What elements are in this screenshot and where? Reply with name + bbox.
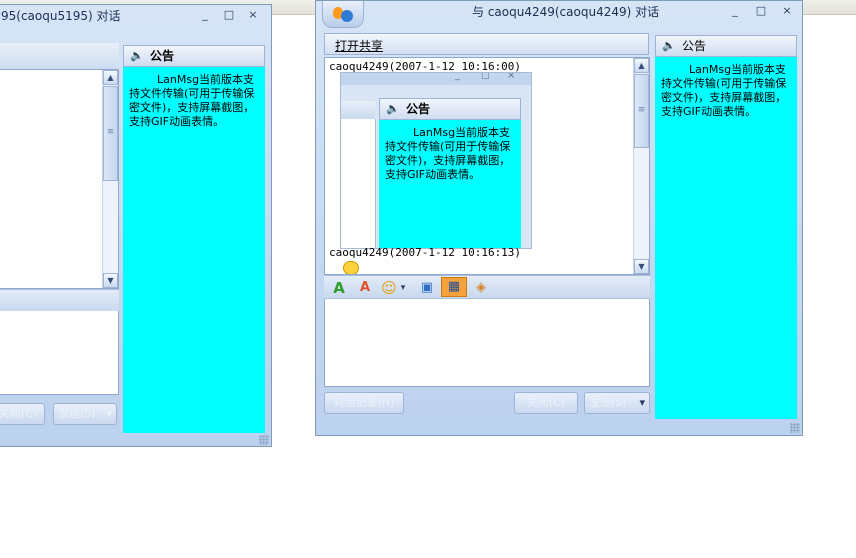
left-chat-window: 95(caoqu5195) 对话 _ □ × ▲ ≡ ▼ 关闭(C) 发送(S)… [0, 4, 272, 447]
left-notice-header: 🔈 公告 [123, 45, 265, 67]
embedded-minimize-icon: _ [455, 72, 460, 81]
scroll-grip-icon: ≡ [106, 127, 115, 137]
emoji-icon[interactable]: ☺ [380, 279, 398, 297]
left-history-scrollbar[interactable]: ▲ ≡ ▼ [102, 70, 118, 288]
send-dropdown-icon[interactable]: ▾ [106, 404, 112, 424]
left-format-toolbar [0, 289, 119, 312]
notice-text: LanMsg当前版本支持文件传输(可用于传输保密文件)，支持屏幕截图，支持GIF… [385, 126, 511, 181]
embedded-close-icon: × [507, 72, 516, 81]
embedded-notice-header: 🔈 公告 [379, 98, 521, 120]
close-window-button[interactable]: × [246, 8, 260, 22]
notice-header: 🔈 公告 [655, 35, 797, 57]
font-icon[interactable]: A [330, 279, 348, 297]
animated-emoticon-icon [343, 261, 359, 274]
scroll-thumb[interactable]: ≡ [103, 86, 118, 181]
speaker-icon: 🔈 [386, 102, 400, 115]
history-button[interactable]: 对话记录(H) [324, 392, 404, 414]
font-color-icon[interactable]: A [356, 279, 374, 297]
embedded-notice-body: LanMsg当前版本支持文件传输(可用于传输保密文件)，支持屏幕截图，支持GIF… [379, 120, 521, 248]
screenshot-button[interactable]: ▦ [441, 277, 467, 297]
history-scrollbar[interactable]: ▲ ≡ ▼ [633, 58, 649, 274]
left-send-button[interactable]: 发送(S) ▾ [53, 403, 117, 425]
close-window-button[interactable]: × [780, 4, 794, 18]
notice-body: LanMsg当前版本支持文件传输(可用于传输保密文件)，支持屏幕截图，支持GIF… [655, 57, 797, 419]
speaker-icon: 🔈 [130, 49, 144, 62]
send-button[interactable]: 发送(S) ▾ [584, 392, 650, 414]
open-share-link[interactable]: 打开共享 [335, 37, 383, 54]
scroll-up-button[interactable]: ▲ [634, 58, 649, 73]
message-input[interactable] [324, 299, 650, 387]
screenshot-icon: ▦ [447, 279, 461, 294]
left-notice-body: LanMsg当前版本支持文件传输(可用于传输保密文件)，支持屏幕截图，支持GIF… [123, 67, 265, 433]
left-toolbar-strip [0, 43, 119, 69]
gif-icon[interactable]: ◈ [472, 279, 490, 297]
message-history[interactable]: caoqu4249(2007-1-12 10:16:00) _ □ × 🔈 公告… [324, 57, 650, 275]
scroll-grip-icon: ≡ [637, 105, 646, 115]
left-input-box[interactable] [0, 311, 119, 395]
left-title-bar[interactable]: 95(caoqu5195) 对话 _ □ × [0, 5, 271, 25]
scroll-thumb[interactable]: ≡ [634, 74, 649, 148]
embedded-titlebar: _ □ × [341, 73, 531, 85]
notice-title: 公告 [406, 102, 431, 116]
format-toolbar: A A ☺ ▾ ▣ ▦ ◈ [324, 275, 650, 299]
scroll-up-button[interactable]: ▲ [103, 70, 118, 85]
scroll-down-button[interactable]: ▼ [634, 259, 649, 274]
main-chat-window: 与 caoqu4249(caoqu4249) 对话 _ □ × 打开共享 cao… [315, 0, 803, 436]
share-bar: 打开共享 [324, 33, 649, 55]
embedded-toolbar [341, 101, 375, 119]
notice-text: LanMsg当前版本支持文件传输(可用于传输保密文件)，支持屏幕截图，支持GIF… [661, 63, 787, 118]
send-label: 发送(S) [58, 407, 96, 420]
notice-title: 公告 [150, 49, 175, 63]
send-image-icon[interactable]: ▣ [418, 279, 436, 297]
main-window-title: 与 caoqu4249(caoqu4249) 对话 [472, 5, 660, 19]
message-header: caoqu4249(2007-1-12 10:16:13) [329, 246, 522, 259]
minimize-button[interactable]: _ [198, 8, 212, 22]
close-button[interactable]: 关闭(C) [514, 392, 578, 414]
left-window-title: 95(caoqu5195) 对话 [1, 9, 121, 23]
notice-text: LanMsg当前版本支持文件传输(可用于传输保密文件)，支持屏幕截图，支持GIF… [129, 73, 255, 128]
speaker-icon: 🔈 [662, 39, 676, 52]
main-title-bar[interactable]: 与 caoqu4249(caoqu4249) 对话 _ □ × [316, 1, 802, 21]
send-dropdown-icon[interactable]: ▾ [639, 393, 645, 413]
resize-grip[interactable] [259, 435, 269, 445]
left-close-button[interactable]: 关闭(C) [0, 403, 45, 425]
emoji-dropdown-icon[interactable]: ▾ [398, 279, 408, 297]
embedded-history [341, 119, 376, 248]
maximize-button[interactable]: □ [754, 4, 768, 18]
left-message-history[interactable]: ▲ ≡ ▼ [0, 69, 119, 289]
notice-title: 公告 [682, 39, 707, 53]
minimize-button[interactable]: _ [728, 4, 742, 18]
scroll-down-button[interactable]: ▼ [103, 273, 118, 288]
embedded-screenshot-image: _ □ × 🔈 公告 LanMsg当前版本支持文件传输(可用于传输保密文件)，支… [340, 72, 532, 249]
send-label: 发送(S) [589, 396, 627, 409]
embedded-maximize-icon: □ [481, 72, 490, 81]
resize-grip[interactable] [790, 423, 800, 433]
maximize-button[interactable]: □ [222, 8, 236, 22]
